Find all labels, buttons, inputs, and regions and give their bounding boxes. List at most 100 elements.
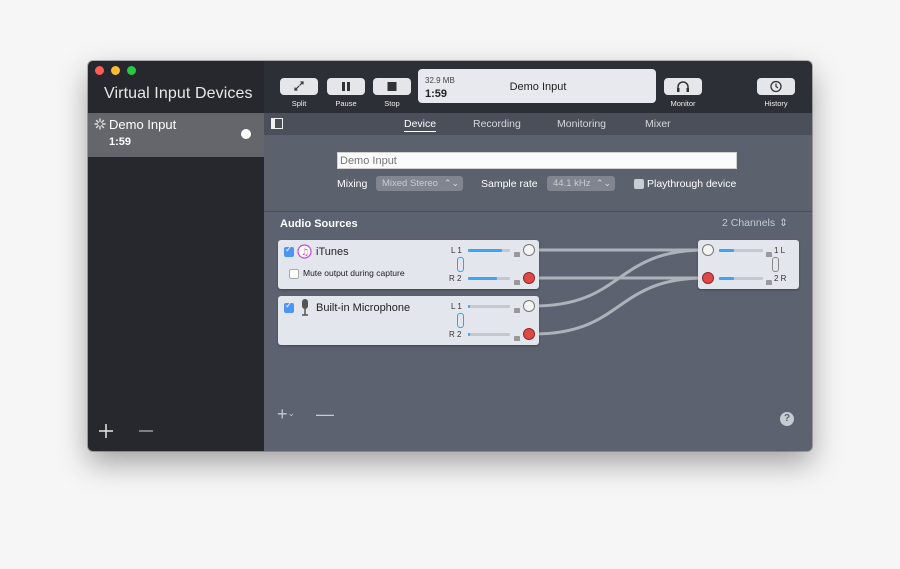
source-card-microphone: Built-in Microphone L 1 R 2 (278, 296, 539, 345)
help-icon[interactable]: ? (780, 412, 794, 426)
sidebar-title: Virtual Input Devices (104, 85, 253, 102)
minimize-window-button[interactable] (111, 66, 120, 75)
history-label: History (764, 99, 788, 108)
add-source-button[interactable]: +⌄ (277, 404, 295, 425)
sidebar-item-demo-input[interactable]: Demo Input 1:59 (88, 113, 264, 157)
mute-output-checkbox[interactable] (289, 269, 299, 279)
output-channel-label: 1 L (774, 246, 786, 255)
mixing-value: Mixed Stereo (382, 178, 438, 189)
headphones-icon (677, 81, 689, 92)
sample-rate-label: Sample rate (481, 178, 538, 190)
channel-2-volume-slider[interactable] (468, 277, 510, 280)
lock-icon (514, 308, 520, 313)
tab-bar: Device Recording Monitoring Mixer (264, 113, 812, 135)
clock-icon (770, 80, 782, 93)
output-port-r[interactable] (523, 328, 535, 340)
pause-icon (342, 82, 350, 91)
device-settings: Mixing Mixed Stereo ⌃⌄ Sample rate 44.1 … (264, 135, 812, 212)
monitor-button[interactable] (664, 78, 702, 95)
tab-mixer[interactable]: Mixer (645, 118, 671, 130)
close-window-button[interactable] (95, 66, 104, 75)
chevron-updown-icon: ⌃⌄ (595, 178, 611, 188)
lock-icon (514, 280, 520, 285)
input-port-2r[interactable] (702, 272, 714, 284)
lock-icon (766, 280, 772, 285)
channel-1-volume-slider[interactable] (468, 249, 510, 252)
source-card-itunes: ♫ iTunes Mute output during capture L 1 … (278, 240, 539, 289)
recording-size: 32.9 MB (425, 76, 455, 85)
microphone-icon (302, 299, 308, 316)
wire-mic-r-to-2r (532, 276, 707, 336)
tab-recording[interactable]: Recording (473, 118, 521, 130)
lock-icon (766, 252, 772, 257)
channel-label: R 2 (449, 330, 462, 339)
output-2-volume-slider[interactable] (719, 277, 763, 280)
device-spinner-icon (94, 118, 106, 130)
link-channels-icon[interactable] (772, 257, 779, 272)
tab-monitoring[interactable]: Monitoring (557, 118, 606, 130)
toolbar: Split Pause Stop 32.9 MB 1:59 Demo Input… (264, 61, 812, 113)
volume-level-fill (468, 333, 471, 336)
source-enabled-checkbox[interactable] (284, 244, 294, 257)
playthrough-checkbox[interactable] (634, 179, 644, 189)
tab-device[interactable]: Device (404, 118, 437, 132)
sidebar-item-label: Demo Input (109, 117, 177, 132)
volume-level-fill (468, 249, 502, 252)
output-card: 1 L 2 R (698, 240, 799, 289)
active-indicator-dot (241, 129, 251, 139)
add-device-button[interactable] (96, 421, 116, 441)
output-port-l[interactable] (523, 244, 535, 256)
monitor-label: Monitor (670, 99, 696, 108)
status-display: 32.9 MB 1:59 Demo Input (418, 69, 656, 103)
itunes-icon: ♫ (297, 244, 312, 259)
volume-level-fill (719, 249, 735, 252)
stop-label: Stop (384, 99, 400, 108)
svg-text:♫: ♫ (301, 248, 309, 258)
channel-label: L 1 (451, 302, 462, 311)
input-port-1l[interactable] (702, 244, 714, 256)
output-channel-label: 2 R (774, 274, 787, 283)
chevron-updown-icon: ⌃⌄ (443, 178, 459, 188)
zoom-window-button[interactable] (127, 66, 136, 75)
output-1-volume-slider[interactable] (719, 249, 763, 252)
source-name: iTunes (316, 246, 349, 258)
sample-rate-value: 44.1 kHz (553, 178, 591, 189)
app-window: Virtual Input Devices Demo Input 1:59 Sp… (88, 61, 812, 451)
chevron-down-icon: ⌄ (287, 408, 296, 418)
link-channels-icon[interactable] (457, 313, 464, 328)
mute-output-label: Mute output during capture (303, 268, 405, 278)
sidebar-item-time: 1:59 (109, 136, 132, 148)
lock-icon (514, 336, 520, 341)
history-button[interactable] (757, 78, 795, 95)
stop-button[interactable] (373, 78, 411, 95)
volume-level-fill (719, 277, 735, 280)
volume-level-fill (468, 277, 498, 280)
output-port-r[interactable] (523, 272, 535, 284)
volume-level-fill (468, 305, 471, 308)
stop-icon (387, 82, 397, 91)
pause-button[interactable] (327, 78, 365, 95)
link-channels-icon[interactable] (457, 257, 464, 272)
source-enabled-checkbox[interactable] (284, 300, 294, 313)
sidebar: Virtual Input Devices Demo Input 1:59 (88, 61, 264, 451)
split-button[interactable] (280, 78, 318, 95)
device-name-display: Demo Input (509, 81, 567, 93)
channel-label: R 2 (449, 274, 462, 283)
playthrough-label: Playthrough device (647, 178, 737, 190)
remove-device-button[interactable] (136, 421, 156, 441)
channel-1-volume-slider[interactable] (468, 305, 510, 308)
lock-icon (514, 252, 520, 257)
channel-2-volume-slider[interactable] (468, 333, 510, 336)
remove-source-button[interactable]: — (316, 404, 334, 425)
output-port-l[interactable] (523, 300, 535, 312)
sample-rate-select[interactable]: 44.1 kHz ⌃⌄ (547, 176, 615, 191)
split-icon (294, 81, 304, 91)
mixing-label: Mixing (337, 178, 368, 190)
toggle-sidebar-icon[interactable] (271, 118, 283, 129)
device-name-input[interactable] (337, 152, 737, 169)
channel-label: L 1 (451, 246, 462, 255)
recording-time: 1:59 (425, 88, 448, 100)
source-name: Built-in Microphone (316, 302, 411, 314)
mixing-select[interactable]: Mixed Stereo ⌃⌄ (376, 176, 463, 191)
audio-sources-panel: Audio Sources 2 Channels⇕ ♫ iTunes Mute … (264, 212, 812, 451)
